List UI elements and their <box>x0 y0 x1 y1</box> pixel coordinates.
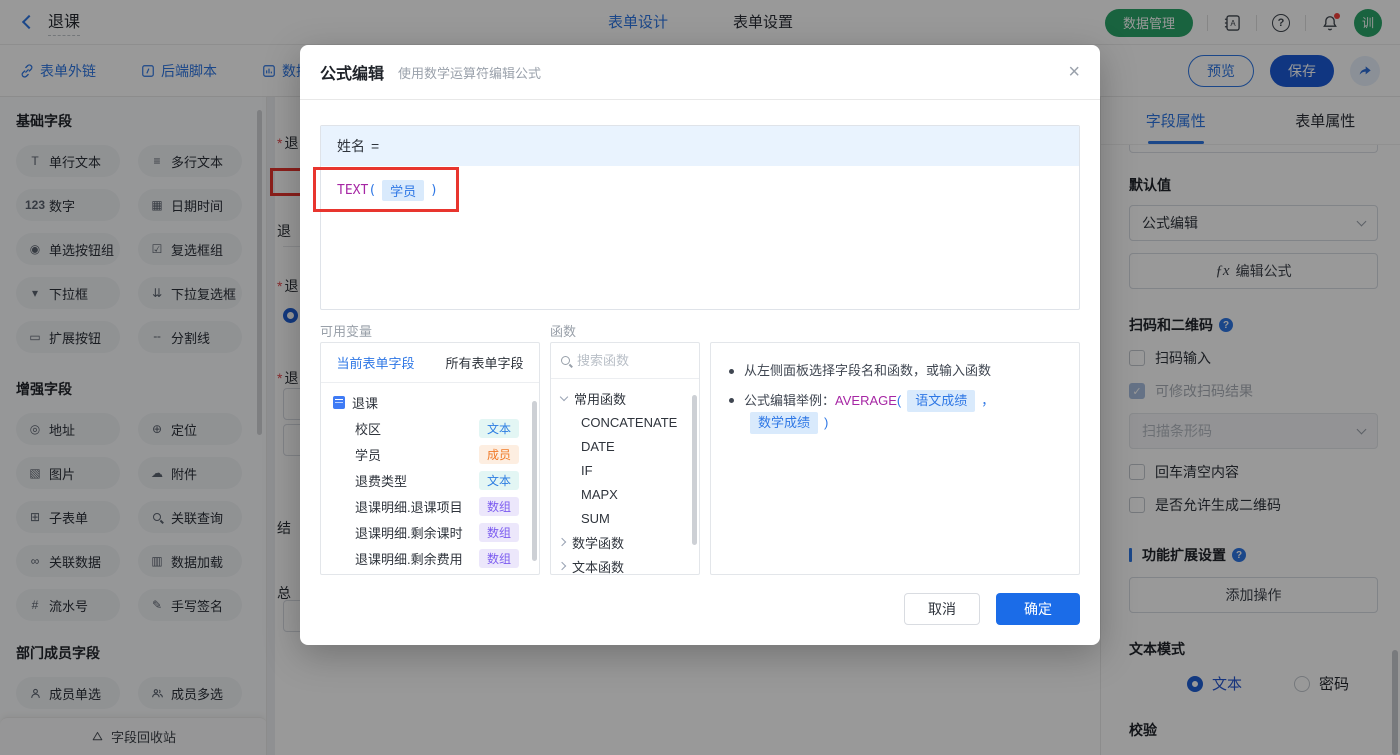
cancel-button[interactable]: 取消 <box>904 593 980 625</box>
form-doc-icon <box>333 395 345 409</box>
functions-scrollbar[interactable] <box>692 395 697 545</box>
type-chip: 成员 <box>478 444 519 464</box>
dialog-subtitle: 使用数学运算符编辑公式 <box>398 65 542 81</box>
function-item[interactable]: SUM <box>551 506 699 530</box>
tab-current-form-fields[interactable]: 当前表单字段 <box>321 343 430 382</box>
function-item[interactable]: CONCATENATE <box>551 410 699 434</box>
type-chip: 数组 <box>478 496 519 516</box>
function-item[interactable]: DATE <box>551 434 699 458</box>
variable-row[interactable]: 学员 成员 <box>321 441 539 467</box>
bullet-icon <box>729 369 734 374</box>
variable-row[interactable]: 校区 文本 <box>321 415 539 441</box>
type-chip: 文本 <box>478 418 519 438</box>
function-item[interactable]: MAPX <box>551 482 699 506</box>
field-chip: 数学成绩 <box>750 412 819 434</box>
variable-row[interactable]: 退课明细.退课项目 数组 <box>321 493 539 519</box>
field-chip: 语文成绩 <box>907 390 976 412</box>
formula-editor[interactable]: 姓名 = TEXT(学员) <box>320 125 1080 310</box>
field-chip[interactable]: 学员 <box>382 180 425 201</box>
variable-row[interactable]: 退费类型 文本 <box>321 467 539 493</box>
help-tip-example: 公式编辑举例： AVERAGE(语文成绩，数学成绩) <box>729 390 1065 434</box>
chevron-right-icon <box>557 561 567 571</box>
chevron-down-icon <box>559 392 569 401</box>
functions-label: 函数 <box>550 324 577 339</box>
search-icon <box>561 356 570 365</box>
variables-panel: 当前表单字段 所有表单字段 退课 校区 文本 学员 成员 退费类型 文本 退课明… <box>320 342 540 575</box>
variable-row[interactable]: 退课明细.剩余课时 数组 <box>321 519 539 545</box>
help-tip: 从左侧面板选择字段名和函数，或输入函数 <box>729 361 1065 381</box>
function-group-text[interactable]: 文本函数 <box>551 554 699 574</box>
type-chip: 文本 <box>478 470 519 490</box>
formula-expression[interactable]: TEXT(学员) <box>321 166 1079 215</box>
tab-all-form-fields[interactable]: 所有表单字段 <box>430 343 539 382</box>
function-group-math[interactable]: 数学函数 <box>551 530 699 554</box>
variables-scrollbar[interactable] <box>532 401 537 561</box>
dialog-title: 公式编辑 <box>320 66 385 83</box>
function-group-common[interactable]: 常用函数 <box>551 386 699 410</box>
type-chip: 数组 <box>478 522 519 542</box>
function-search-input[interactable] <box>577 353 677 368</box>
help-panel: 从左侧面板选择字段名和函数，或输入函数 公式编辑举例： AVERAGE(语文成绩，… <box>710 342 1080 575</box>
formula-target: 姓名 = <box>321 126 1079 166</box>
variable-form-row[interactable]: 退课 <box>321 389 539 415</box>
type-chip: 数组 <box>478 548 519 568</box>
function-item[interactable]: IF <box>551 458 699 482</box>
formula-edit-dialog: 公式编辑 使用数学运算符编辑公式 × 姓名 = TEXT(学员) 可用变量 函数 … <box>300 45 1100 645</box>
chevron-right-icon <box>557 537 567 547</box>
confirm-button[interactable]: 确定 <box>996 593 1080 625</box>
close-icon[interactable]: × <box>1068 62 1080 82</box>
variable-row[interactable]: 退课明细.剩余费用 数组 <box>321 545 539 571</box>
functions-panel: 常用函数 CONCATENATE DATE IF MAPX SUM 数学函数 文… <box>550 342 700 575</box>
bullet-icon <box>729 398 734 403</box>
variables-label: 可用变量 <box>320 324 373 339</box>
formula-function: TEXT <box>337 183 369 198</box>
